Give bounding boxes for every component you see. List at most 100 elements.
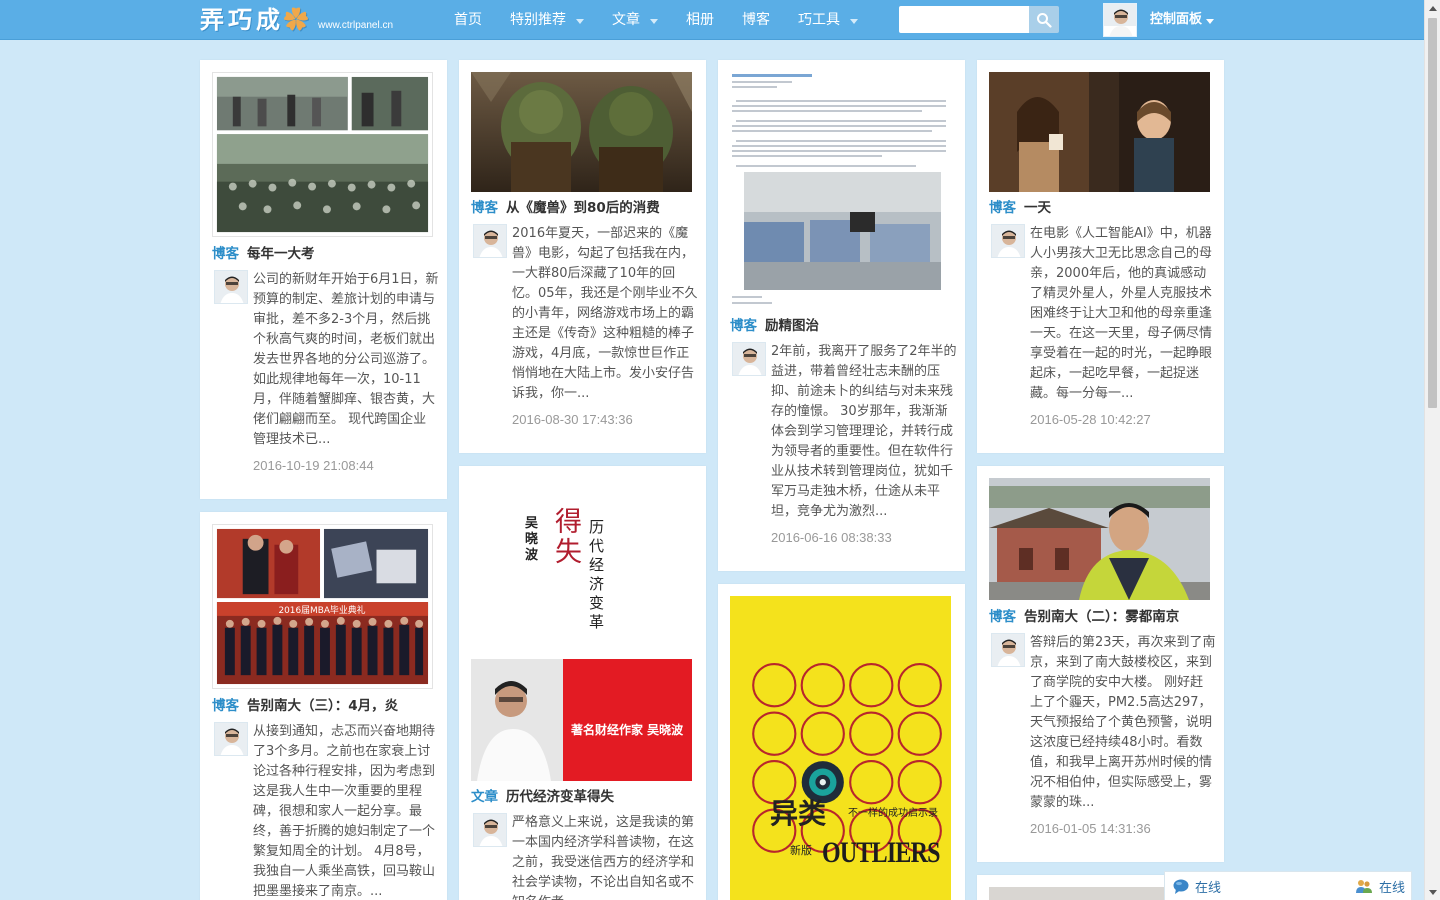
book-cover-title: 异类 xyxy=(770,797,827,830)
nav-albums[interactable]: 相册 xyxy=(672,0,728,40)
post-excerpt: 公司的新财年开始于6月1日，新预算的制定、差旅计划的申请与审批，差不多2-3个月… xyxy=(253,272,439,447)
post-thumbnail[interactable] xyxy=(471,72,692,192)
author-portrait-image xyxy=(471,659,563,781)
control-panel-menu[interactable]: 控制面板 xyxy=(1150,0,1215,40)
search-input[interactable] xyxy=(899,6,1029,33)
person-avatar-icon xyxy=(474,225,506,257)
author-avatar[interactable] xyxy=(732,342,766,376)
post-card[interactable]: 博客 从《魔兽》到80后的消费 2016年夏天，一部迟来的《魔兽》电影，勾起了包括… xyxy=(459,60,706,453)
book-cover-subtitle: 不一样的成功启示录 xyxy=(848,808,938,819)
post-excerpt: 2016年夏天，一部迟来的《魔兽》电影，勾起了包括我在内，一大群80后深藏了10… xyxy=(512,226,698,401)
chevron-down-icon xyxy=(850,18,858,24)
online-status-bar: 在线 在线 xyxy=(1164,871,1412,900)
post-excerpt: 答辩后的第23天，再次来到了南京，来到了南大鼓楼校区，来到了商学院的安中大楼。 … xyxy=(1030,635,1216,810)
online-chat-button[interactable]: 在线 xyxy=(1173,877,1221,896)
post-card[interactable]: 博客 每年一大考 公司的新财年开始于6月1日，新预算的制定、差旅计划的申请与审批，… xyxy=(200,60,447,499)
page-scrollbar[interactable] xyxy=(1424,0,1440,900)
post-category[interactable]: 文章 xyxy=(471,789,498,805)
post-category[interactable]: 博客 xyxy=(471,200,498,216)
post-category[interactable]: 博客 xyxy=(212,698,239,714)
movie-still-image xyxy=(989,72,1210,192)
chat-bubble-icon xyxy=(1173,879,1189,894)
book-cover-edition: 新版 xyxy=(790,844,812,857)
chevron-down-icon xyxy=(1206,18,1215,24)
top-navbar: 弄巧成✿ www.ctrlpanel.cn 首页 特别推荐 文章 相册 博客 巧… xyxy=(0,0,1424,40)
nav-tools[interactable]: 巧工具 xyxy=(784,0,872,40)
nav-home[interactable]: 首页 xyxy=(440,0,496,40)
post-thumbnail[interactable] xyxy=(212,72,433,237)
post-card[interactable]: 博客 告别南大（二）：雾都南京 答辩后的第23天，再次来到了南京，来到了南大鼓楼校… xyxy=(977,466,1224,862)
post-timestamp: 2016-01-05 14:31:36 xyxy=(1030,821,1151,836)
post-category[interactable]: 博客 xyxy=(212,246,239,262)
post-timestamp: 2016-05-28 10:42:27 xyxy=(1030,412,1151,427)
logo-glyph: ✿ xyxy=(284,5,312,34)
post-excerpt: 从接到通知，忐忑而兴奋地期待了3个多月。之前也在家衰上讨论过各种行程安排，因为考… xyxy=(253,724,436,899)
scroll-thumb[interactable] xyxy=(1428,18,1437,408)
author-avatar[interactable] xyxy=(473,224,507,258)
search-icon xyxy=(1037,12,1052,28)
post-title[interactable]: 博客 励精图治 xyxy=(730,316,954,336)
group-photo-image xyxy=(213,73,432,236)
scroll-down-button[interactable] xyxy=(1425,884,1440,900)
user-avatar[interactable] xyxy=(1103,3,1137,37)
main-nav: 首页 特别推荐 文章 相册 博客 巧工具 xyxy=(440,0,872,40)
scroll-up-button[interactable] xyxy=(1425,0,1440,16)
book-cover-english-title: OUTLIERS xyxy=(822,836,940,869)
author-avatar[interactable] xyxy=(473,813,507,847)
post-category[interactable]: 博客 xyxy=(989,609,1016,625)
post-thumbnail[interactable]: 吴晓波 得失 历代经济变革 著名财经作家 吴晓波 xyxy=(471,478,692,781)
post-title[interactable]: 博客 告别南大（二）：雾都南京 xyxy=(989,607,1213,627)
book-red-panel: 著名财经作家 吴晓波 xyxy=(563,659,692,781)
book-cover-image: 吴晓波 得失 历代经济变革 著名财经作家 吴晓波 xyxy=(471,478,692,781)
author-avatar[interactable] xyxy=(991,633,1025,667)
post-thumbnail[interactable] xyxy=(730,72,951,309)
post-title[interactable]: 博客 从《魔兽》到80后的消费 xyxy=(471,198,695,218)
person-avatar-icon xyxy=(1104,4,1136,36)
book-author: 吴晓波 xyxy=(525,516,539,563)
search-button[interactable] xyxy=(1029,6,1059,33)
post-title[interactable]: 博客 告别南大（三）：4月，炎 xyxy=(212,696,436,716)
person-avatar-icon xyxy=(215,723,247,755)
person-avatar-icon xyxy=(992,225,1024,257)
post-title[interactable]: 文章 历代经济变革得失 xyxy=(471,787,695,807)
post-thumbnail[interactable]: 异类 不一样的成功启示录 新版 OUTLIERS xyxy=(730,596,951,900)
nanjing-selfie-image xyxy=(989,478,1210,600)
post-excerpt: 在电影《人工智能AI》中，机器人小男孩大卫无比思念自己的母亲，2000年后，他的… xyxy=(1030,226,1213,401)
post-thumbnail[interactable] xyxy=(989,72,1210,192)
users-icon xyxy=(1355,880,1372,893)
site-logo[interactable]: 弄巧成✿ www.ctrlpanel.cn xyxy=(200,4,393,36)
post-category[interactable]: 博客 xyxy=(730,318,757,334)
post-card[interactable]: 博客 一天 在电影《人工智能AI》中，机器人小男孩大卫无比思念自己的母亲，2000… xyxy=(977,60,1224,453)
post-card[interactable]: 异类 不一样的成功启示录 新版 OUTLIERS xyxy=(718,584,965,900)
online-users-button[interactable]: 在线 xyxy=(1355,877,1405,896)
logo-url: www.ctrlpanel.cn xyxy=(318,20,394,31)
post-card[interactable]: 博客 励精图治 2年前，我离开了服务了2年半的益进，带着曾经壮志未酬的压抑、前途未… xyxy=(718,60,965,571)
author-avatar[interactable] xyxy=(214,270,248,304)
post-card[interactable]: 2016届MBA毕业典礼 博客 告别南大（三）：4月，炎 从接到通知，忐忑而兴奋地… xyxy=(200,512,447,900)
image-caption: 2016届MBA毕业典礼 xyxy=(278,604,365,616)
post-category[interactable]: 博客 xyxy=(989,200,1016,216)
person-avatar-icon xyxy=(215,271,247,303)
post-excerpt: 严格意义上来说，这是我读的第一本国内经济学科普读物，在这之前，我受迷信西方的经济… xyxy=(512,815,695,900)
arrow-down-icon xyxy=(1429,889,1437,895)
nav-articles[interactable]: 文章 xyxy=(598,0,672,40)
nav-featured[interactable]: 特别推荐 xyxy=(496,0,598,40)
author-avatar[interactable] xyxy=(214,722,248,756)
post-title[interactable]: 博客 一天 xyxy=(989,198,1213,218)
book-tagline: 著名财经作家 吴晓波 xyxy=(571,723,684,737)
post-thumbnail[interactable] xyxy=(989,478,1210,600)
graduation-photo-image: 2016届MBA毕业典礼 xyxy=(213,525,432,688)
office-article-image xyxy=(730,72,951,309)
post-timestamp: 2016-06-16 08:38:33 xyxy=(771,530,892,545)
person-avatar-icon xyxy=(474,814,506,846)
author-avatar[interactable] xyxy=(991,224,1025,258)
post-thumbnail[interactable]: 2016届MBA毕业典礼 xyxy=(212,524,433,689)
person-avatar-icon xyxy=(992,634,1024,666)
post-timestamp: 2016-10-19 21:08:44 xyxy=(253,458,374,473)
book-title: 历代经济变革 xyxy=(589,518,605,631)
book-title-big: 得失 xyxy=(555,507,582,568)
nav-blog[interactable]: 博客 xyxy=(728,0,784,40)
person-avatar-icon xyxy=(733,343,765,375)
post-title[interactable]: 博客 每年一大考 xyxy=(212,244,436,264)
post-card[interactable]: 吴晓波 得失 历代经济变革 著名财经作家 吴晓波 文章 历代经济变革得失 严格意义… xyxy=(459,466,706,900)
